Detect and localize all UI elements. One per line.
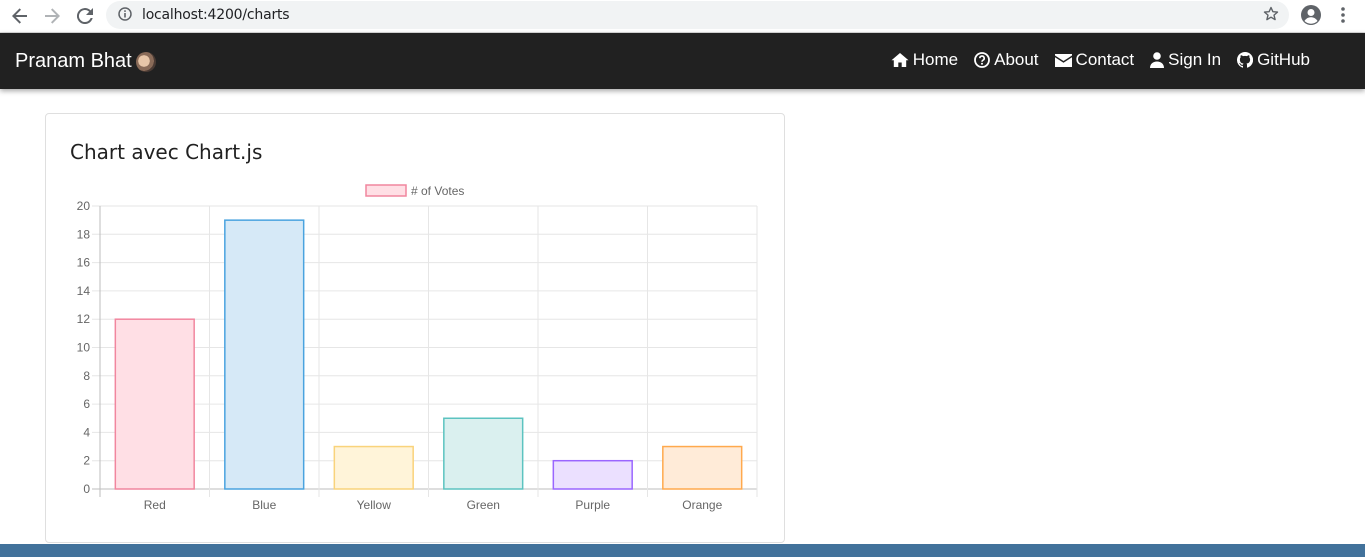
nav-home-label: Home — [912, 50, 959, 69]
y-tick-label: 2 — [83, 454, 90, 468]
bookmark-star-icon[interactable] — [1263, 6, 1279, 27]
y-tick-label: 10 — [77, 341, 91, 355]
y-tick-label: 8 — [83, 369, 90, 383]
address-bar[interactable]: localhost:4200/charts — [106, 1, 1289, 29]
bar-blue — [224, 219, 305, 490]
envelope-icon — [1054, 53, 1072, 67]
chart-card: Chart avec Chart.js 0 2 4 6 8 10 12 14 16 18 20 Red… — [45, 113, 785, 543]
back-arrow-icon[interactable] — [8, 4, 32, 28]
brand-avatar-icon — [135, 51, 156, 72]
nav-github-label: GitHub — [1257, 50, 1310, 69]
bar-yellow — [333, 445, 414, 490]
nav-about[interactable]: About — [974, 50, 1039, 70]
nav-about-label: About — [994, 50, 1039, 69]
bar-red — [114, 318, 195, 490]
y-tick-label: 4 — [83, 425, 90, 439]
y-tick-label: 12 — [77, 312, 91, 326]
user-icon — [1150, 52, 1165, 68]
x-tick-label: Yellow — [357, 498, 392, 512]
app-navbar: Pranam Bhat Home About Contact Sign In G… — [0, 33, 1365, 89]
reload-icon[interactable] — [73, 4, 97, 28]
browser-toolbar: localhost:4200/charts — [0, 0, 1365, 33]
brand-link[interactable]: Pranam Bhat — [15, 50, 156, 73]
nav-contact[interactable]: Contact — [1054, 50, 1135, 70]
bar-purple — [552, 459, 633, 490]
nav-home[interactable]: Home — [891, 50, 958, 70]
nav-sign-in-label: Sign In — [1168, 50, 1222, 69]
nav-github[interactable]: GitHub — [1237, 50, 1310, 70]
more-options-icon[interactable] — [1336, 5, 1350, 30]
question-circle-icon — [974, 52, 991, 68]
url-text: localhost:4200/charts — [142, 7, 290, 23]
x-tick-label: Purple — [575, 498, 610, 512]
y-tick-label: 20 — [77, 199, 91, 213]
legend-swatch — [365, 184, 407, 197]
github-icon — [1237, 52, 1254, 68]
bar-chart: 0 2 4 6 8 10 12 14 16 18 20 Red Blue Yellow Green Purpl… — [77, 184, 758, 512]
y-tick-label: 0 — [83, 482, 90, 496]
x-tick-label: Blue — [252, 498, 276, 512]
y-tick-label: 6 — [83, 397, 90, 411]
x-tick-label: Green — [467, 498, 500, 512]
home-icon — [891, 53, 909, 67]
x-tick-label: Orange — [682, 498, 722, 512]
forward-arrow-icon[interactable] — [40, 4, 64, 28]
nav-links: Home About Contact Sign In GitHub — [891, 50, 1310, 70]
x-tick-label: Red — [144, 498, 166, 512]
legend-label: # of Votes — [411, 184, 464, 198]
bar-green — [443, 417, 524, 490]
profile-avatar-icon[interactable] — [1300, 4, 1322, 31]
nav-sign-in[interactable]: Sign In — [1150, 50, 1221, 70]
page-footer — [0, 544, 1365, 557]
brand-name: Pranam Bhat — [15, 50, 132, 72]
nav-contact-label: Contact — [1075, 50, 1135, 69]
y-tick-label: 18 — [77, 227, 91, 241]
y-tick-label: 16 — [77, 256, 91, 270]
bar-orange — [662, 445, 743, 490]
info-icon[interactable] — [118, 7, 132, 26]
y-tick-label: 14 — [77, 284, 91, 298]
